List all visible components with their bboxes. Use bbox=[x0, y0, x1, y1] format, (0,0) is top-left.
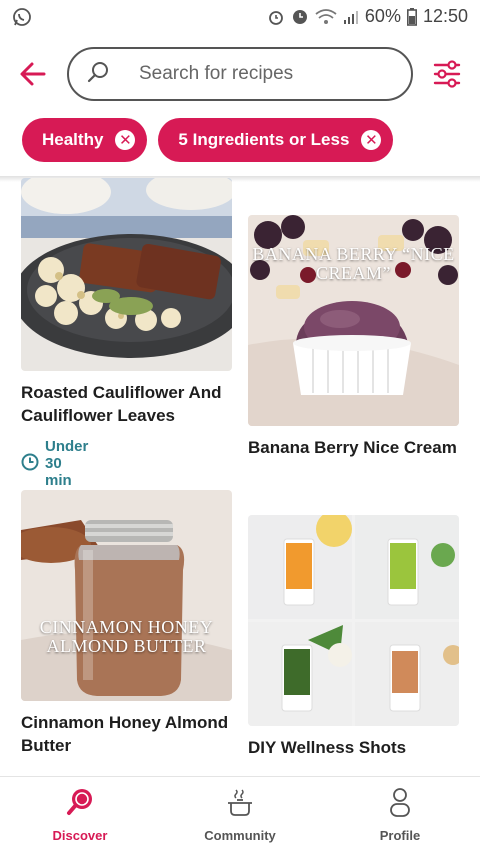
recipe-time: Under 30 min bbox=[21, 438, 88, 489]
status-bar: 60% 12:50 bbox=[0, 0, 480, 33]
nav-profile[interactable]: Profile bbox=[340, 777, 460, 853]
recipe-image: BANANA BERRY “NICE CREAM” bbox=[248, 215, 459, 426]
recipe-image: CINNAMON HONEY ALMOND BUTTER bbox=[21, 490, 232, 701]
sliders-icon bbox=[433, 60, 461, 88]
recipe-image bbox=[21, 178, 232, 371]
nav-label: Discover bbox=[52, 828, 108, 843]
recipe-title: Roasted Cauliflower And Cauliflower Leav… bbox=[21, 383, 222, 425]
nav-community[interactable]: Community bbox=[180, 777, 300, 853]
clock-icon bbox=[21, 453, 39, 475]
magnifier-icon bbox=[67, 789, 92, 815]
close-icon[interactable]: ✕ bbox=[361, 130, 382, 150]
filter-chip-healthy[interactable]: Healthy ✕ bbox=[22, 118, 148, 162]
filter-button[interactable] bbox=[432, 60, 462, 88]
recipe-image bbox=[248, 515, 459, 726]
signal-icon bbox=[343, 9, 359, 25]
search-input[interactable] bbox=[139, 63, 379, 85]
active-filters: Healthy ✕ 5 Ingredients or Less ✕ bbox=[22, 118, 394, 162]
image-caption: BANANA BERRY “NICE CREAM” bbox=[252, 244, 455, 283]
close-icon[interactable]: ✕ bbox=[115, 130, 136, 150]
filter-chip-5-ingredients[interactable]: 5 Ingredients or Less ✕ bbox=[158, 118, 394, 162]
search-header bbox=[0, 33, 480, 111]
nav-label: Profile bbox=[379, 828, 421, 843]
recipe-time-label: Under 30 min bbox=[45, 438, 89, 489]
pot-icon bbox=[228, 789, 252, 816]
clock-time: 12:50 bbox=[422, 6, 468, 26]
wifi-icon bbox=[315, 8, 337, 26]
battery-level: 60% bbox=[364, 6, 401, 26]
bottom-navigation: Discover Community Profile bbox=[0, 776, 480, 853]
battery-icon bbox=[406, 7, 417, 26]
back-button[interactable] bbox=[18, 59, 48, 89]
chip-label: 5 Ingredients or Less bbox=[178, 130, 350, 149]
image-caption: CINNAMON HONEY ALMOND BUTTER bbox=[39, 617, 214, 656]
arrow-left-icon bbox=[20, 62, 46, 86]
clock-icon bbox=[291, 8, 309, 26]
recipe-title: Banana Berry Nice Cream bbox=[248, 438, 457, 457]
nav-label: Community bbox=[204, 828, 276, 843]
alarm-icon bbox=[267, 8, 285, 26]
person-icon bbox=[390, 788, 410, 817]
nav-discover[interactable]: Discover bbox=[20, 777, 140, 853]
recipe-title: Cinnamon Honey Almond Butter bbox=[21, 713, 229, 755]
chip-label: Healthy bbox=[42, 130, 104, 149]
search-box[interactable] bbox=[67, 47, 413, 101]
whatsapp-icon bbox=[12, 7, 32, 27]
search-icon bbox=[87, 60, 111, 89]
recipe-title: DIY Wellness Shots bbox=[248, 738, 407, 757]
